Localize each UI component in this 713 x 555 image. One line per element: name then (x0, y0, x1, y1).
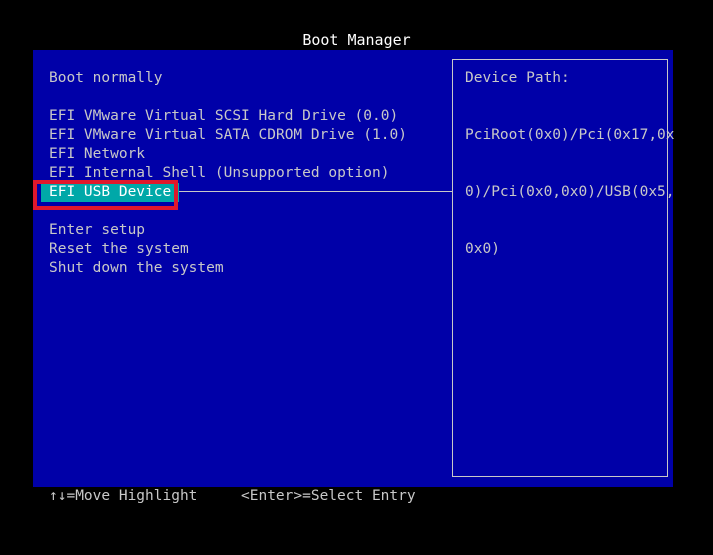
footer-move-hint: ↑↓=Move Highlight (49, 488, 198, 504)
menu-item-scsi-hard-drive[interactable]: EFI VMware Virtual SCSI Hard Drive (0.0) (49, 107, 398, 126)
device-path-line: PciRoot(0x0)/Pci(0x17,0x (465, 127, 675, 143)
menu-item-internal-shell[interactable]: EFI Internal Shell (Unsupported option) (49, 164, 389, 183)
menu-item-shut-down[interactable]: Shut down the system (49, 259, 224, 278)
menu-divider (178, 191, 452, 192)
device-path-label: Device Path: (465, 70, 570, 86)
device-path-line: 0)/Pci(0x0,0x0)/USB(0x5, (465, 184, 675, 200)
footer-select-hint: <Enter>=Select Entry (241, 488, 416, 504)
page-title: Boot Manager (302, 31, 411, 49)
device-path-value: PciRoot(0x0)/Pci(0x17,0x 0)/Pci(0x0,0x0)… (465, 88, 675, 278)
menu-item-reset-system[interactable]: Reset the system (49, 240, 189, 259)
device-path-line: 0x0) (465, 241, 500, 257)
menu-item-sata-cdrom-drive[interactable]: EFI VMware Virtual SATA CDROM Drive (1.0… (49, 126, 407, 145)
menu-item-efi-network[interactable]: EFI Network (49, 145, 145, 164)
menu-item-enter-setup[interactable]: Enter setup (49, 221, 145, 240)
menu-item-boot-normally[interactable]: Boot normally (49, 69, 163, 88)
menu-item-efi-usb-device[interactable]: EFI USB Device (41, 183, 180, 202)
